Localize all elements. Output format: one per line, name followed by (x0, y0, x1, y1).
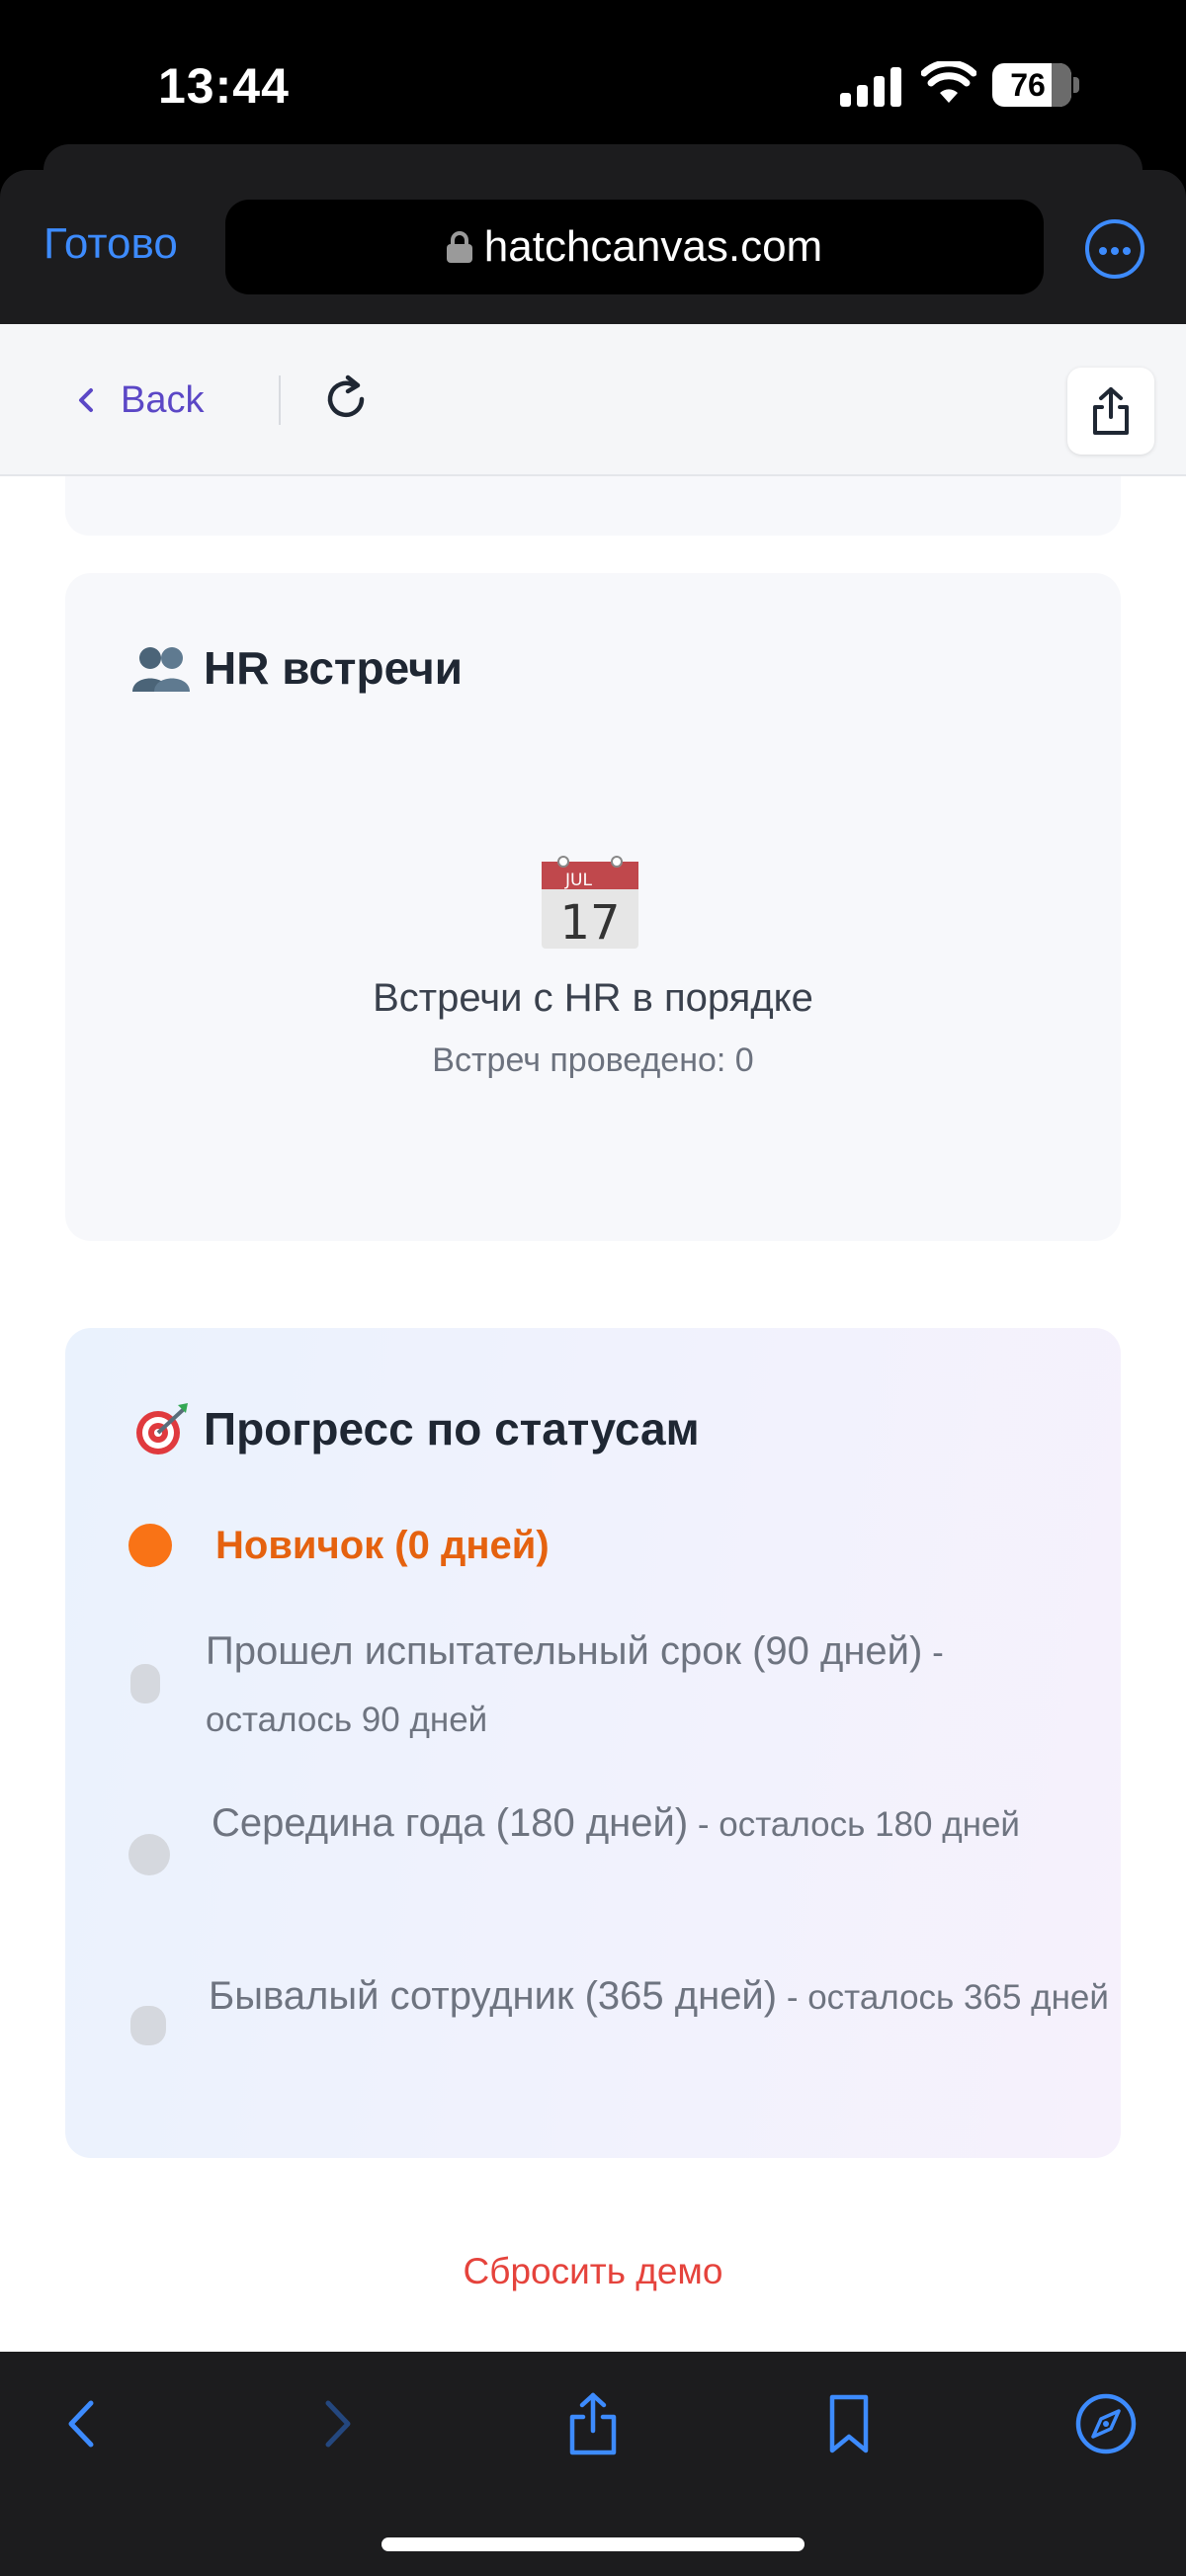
hr-card-title: HR встречи (130, 640, 463, 696)
browser-toolbar (0, 2352, 1186, 2576)
home-indicator[interactable] (381, 2537, 805, 2551)
app-nav-bar: Back (0, 324, 1186, 476)
nav-divider (279, 375, 281, 425)
url-text: hatchcanvas.com (483, 222, 823, 271)
status-item-1: Прошел испытательный срок (90 дней) - ос… (206, 1619, 1095, 1753)
status-remaining-2: - осталось 180 дней (688, 1805, 1020, 1844)
share-icon[interactable] (558, 2389, 628, 2458)
status-remaining-3: - осталось 365 дней (777, 1978, 1109, 2017)
forward-arrow-icon[interactable] (302, 2389, 372, 2458)
more-options-button[interactable] (1085, 219, 1144, 279)
hr-meetings-card: HR встречи JUL 17 Встречи с HR в порядке… (65, 573, 1121, 1241)
status-dot-pending (130, 1664, 160, 1703)
hr-status-text: Встречи с HR в порядке (373, 976, 813, 1020)
people-icon (132, 647, 190, 692)
hr-card-title-text: HR встречи (204, 642, 463, 694)
bookmarks-icon[interactable] (814, 2389, 884, 2458)
chevron-left-icon (79, 388, 93, 412)
battery-icon: 76 (992, 63, 1079, 107)
target-icon (136, 1403, 188, 1454)
address-bar[interactable]: hatchcanvas.com (225, 200, 1044, 294)
calendar-icon: JUL 17 (542, 856, 638, 951)
progress-card-title-text: Прогресс по статусам (204, 1403, 700, 1454)
done-button[interactable]: Готово (43, 219, 178, 269)
hr-meetings-count: Встреч проведено: 0 (432, 1041, 754, 1079)
status-dot-active (128, 1524, 172, 1567)
progress-card-title: Прогресс по статусам (130, 1401, 700, 1456)
share-button[interactable] (1067, 368, 1154, 455)
battery-level: 76 (1010, 67, 1046, 103)
status-item-3: Бывалый сотрудник (365 дней) - осталось … (209, 1963, 1128, 2031)
calendar-month: JUL (564, 871, 592, 890)
back-label: Back (121, 378, 205, 421)
calendar-day: 17 (559, 895, 620, 951)
reload-icon[interactable] (318, 372, 374, 427)
previous-card-edge (65, 476, 1121, 536)
back-button[interactable]: Back (69, 368, 204, 433)
status-time: 13:44 (158, 58, 290, 114)
signal-icon (840, 67, 901, 107)
lock-icon (446, 231, 472, 263)
share-icon (1093, 387, 1129, 435)
status-dot-pending (130, 2006, 166, 2045)
status-item-2: Середина года (180 дней) - осталось 180 … (212, 1790, 1101, 1858)
browser-top-bar: Готово hatchcanvas.com (0, 170, 1186, 324)
status-item-0: Новичок (0 дней) (215, 1513, 1065, 1578)
status-bar: 13:44 76 (0, 0, 1186, 168)
compass-icon[interactable] (1071, 2389, 1141, 2458)
status-label-0: Новичок (0 дней) (215, 1524, 550, 1567)
status-label-3: Бывалый сотрудник (365 дней) (209, 1974, 778, 2018)
status-label-1: Прошел испытательный срок (90 дней) (206, 1629, 923, 1673)
reset-demo-link[interactable]: Сбросить демо (0, 2251, 1186, 2292)
status-dot-pending (128, 1834, 170, 1875)
status-label-2: Середина года (180 дней) (212, 1801, 689, 1845)
back-arrow-icon[interactable] (47, 2389, 117, 2458)
status-progress-card: Прогресс по статусам Новичок (0 дней) Пр… (65, 1328, 1121, 2158)
web-page: Back HR встречи JUL 17 Встречи с HR в по… (0, 324, 1186, 2352)
wifi-icon (921, 61, 976, 103)
